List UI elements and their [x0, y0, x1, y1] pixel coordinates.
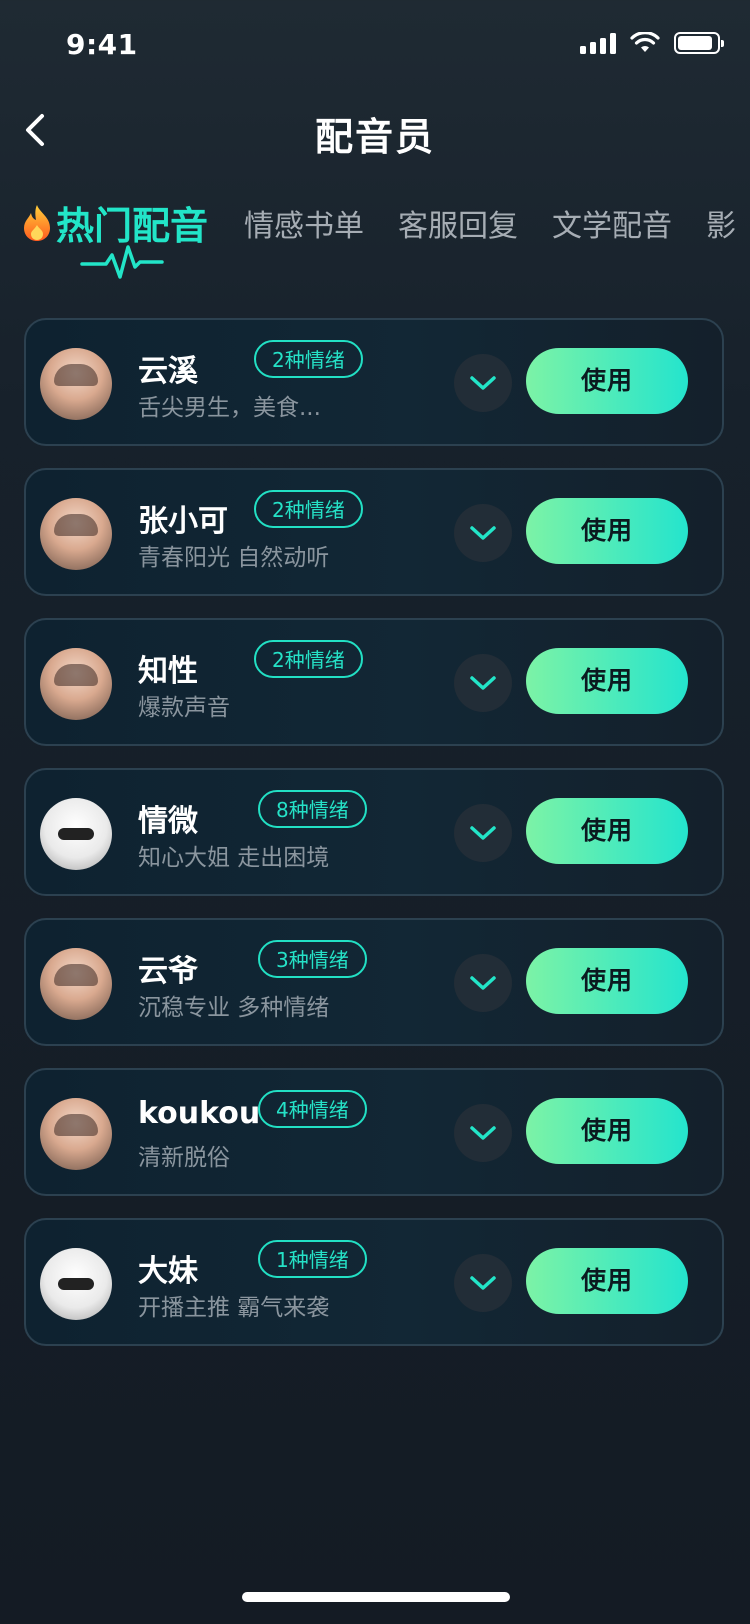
voice-card: 云爷 3种情绪 沉稳专业 多种情绪 使用: [24, 918, 724, 1046]
voice-description: 清新脱俗: [138, 1145, 230, 1171]
voice-description: 开播主推 霸气来袭: [138, 1295, 330, 1321]
wifi-icon: [630, 32, 660, 52]
avatar: [40, 348, 112, 420]
voice-card: 云溪 2种情绪 舌尖男生，美食... 使用: [24, 318, 724, 446]
tab-customer-reply[interactable]: 客服回复: [398, 201, 518, 245]
status-bar: 9:41: [0, 0, 750, 96]
category-tabs: 热门配音 情感书单 客服回复 文学配音 影: [20, 195, 750, 279]
voice-description: 沉稳专业 多种情绪: [138, 995, 330, 1021]
voice-card: 知性 2种情绪 爆款声音 使用: [24, 618, 724, 746]
chevron-down-icon: [470, 976, 496, 990]
voice-name: 张小可: [138, 504, 228, 539]
emotion-count-badge: 2种情绪: [254, 340, 363, 378]
voice-name: 云爷: [138, 954, 198, 989]
expand-button[interactable]: [454, 354, 512, 412]
voice-name: 知性: [138, 654, 198, 689]
emotion-count-badge: 2种情绪: [254, 640, 363, 678]
emotion-count-badge: 4种情绪: [258, 1090, 367, 1128]
navigation-bar: 配音员: [0, 96, 750, 176]
tab-label: 热门配音: [56, 204, 209, 248]
voice-card: koukou 4种情绪 清新脱俗 使用: [24, 1068, 724, 1196]
voice-description: 爆款声音: [138, 695, 230, 721]
chevron-down-icon: [470, 526, 496, 540]
use-button[interactable]: 使用: [526, 348, 688, 414]
voice-list: 云溪 2种情绪 舌尖男生，美食... 使用 张小可 2种情绪 青春阳光 自然动听…: [24, 318, 724, 1368]
use-button[interactable]: 使用: [526, 498, 688, 564]
voice-card: 大妹 1种情绪 开播主推 霸气来袭 使用: [24, 1218, 724, 1346]
expand-button[interactable]: [454, 654, 512, 712]
avatar: [40, 498, 112, 570]
chevron-down-icon: [470, 376, 496, 390]
tab-film[interactable]: 影: [706, 201, 736, 245]
voice-description: 舌尖男生，美食...: [138, 395, 321, 421]
expand-button[interactable]: [454, 504, 512, 562]
chevron-down-icon: [470, 1126, 496, 1140]
avatar: [40, 948, 112, 1020]
tab-emotion-booklist[interactable]: 情感书单: [244, 201, 364, 245]
use-button[interactable]: 使用: [526, 1098, 688, 1164]
battery-icon: [674, 32, 724, 54]
avatar: [40, 648, 112, 720]
voice-description: 知心大姐 走出困境: [138, 845, 330, 871]
voice-description: 青春阳光 自然动听: [138, 545, 330, 571]
page-title: 配音员: [314, 115, 435, 159]
voice-card: 情微 8种情绪 知心大姐 走出困境 使用: [24, 768, 724, 896]
emotion-count-badge: 8种情绪: [258, 790, 367, 828]
emotion-count-badge: 2种情绪: [254, 490, 363, 528]
voice-name: 大妹: [138, 1254, 198, 1289]
status-icons: [580, 32, 724, 54]
avatar: [40, 798, 112, 870]
status-time: 9:41: [66, 28, 138, 61]
voice-name: 情微: [138, 804, 198, 839]
tab-literature-dubbing[interactable]: 文学配音: [552, 201, 672, 245]
battery-level: [678, 36, 713, 50]
chevron-down-icon: [470, 676, 496, 690]
chevron-down-icon: [470, 1276, 496, 1290]
avatar: [40, 1098, 112, 1170]
pulse-wave-icon: [80, 245, 164, 279]
expand-button[interactable]: [454, 954, 512, 1012]
avatar: [40, 1248, 112, 1320]
chevron-down-icon: [470, 826, 496, 840]
voice-name: koukou: [138, 1096, 261, 1131]
voice-name: 云溪: [138, 354, 198, 389]
fire-icon: [24, 205, 50, 241]
tab-hot-dubbing[interactable]: 热门配音: [20, 195, 209, 279]
emotion-count-badge: 1种情绪: [258, 1240, 367, 1278]
expand-button[interactable]: [454, 804, 512, 862]
use-button[interactable]: 使用: [526, 798, 688, 864]
expand-button[interactable]: [454, 1254, 512, 1312]
use-button[interactable]: 使用: [526, 648, 688, 714]
emotion-count-badge: 3种情绪: [258, 940, 367, 978]
cellular-signal-icon: [580, 32, 616, 54]
voice-card: 张小可 2种情绪 青春阳光 自然动听 使用: [24, 468, 724, 596]
use-button[interactable]: 使用: [526, 948, 688, 1014]
home-indicator[interactable]: [242, 1592, 510, 1602]
use-button[interactable]: 使用: [526, 1248, 688, 1314]
expand-button[interactable]: [454, 1104, 512, 1162]
